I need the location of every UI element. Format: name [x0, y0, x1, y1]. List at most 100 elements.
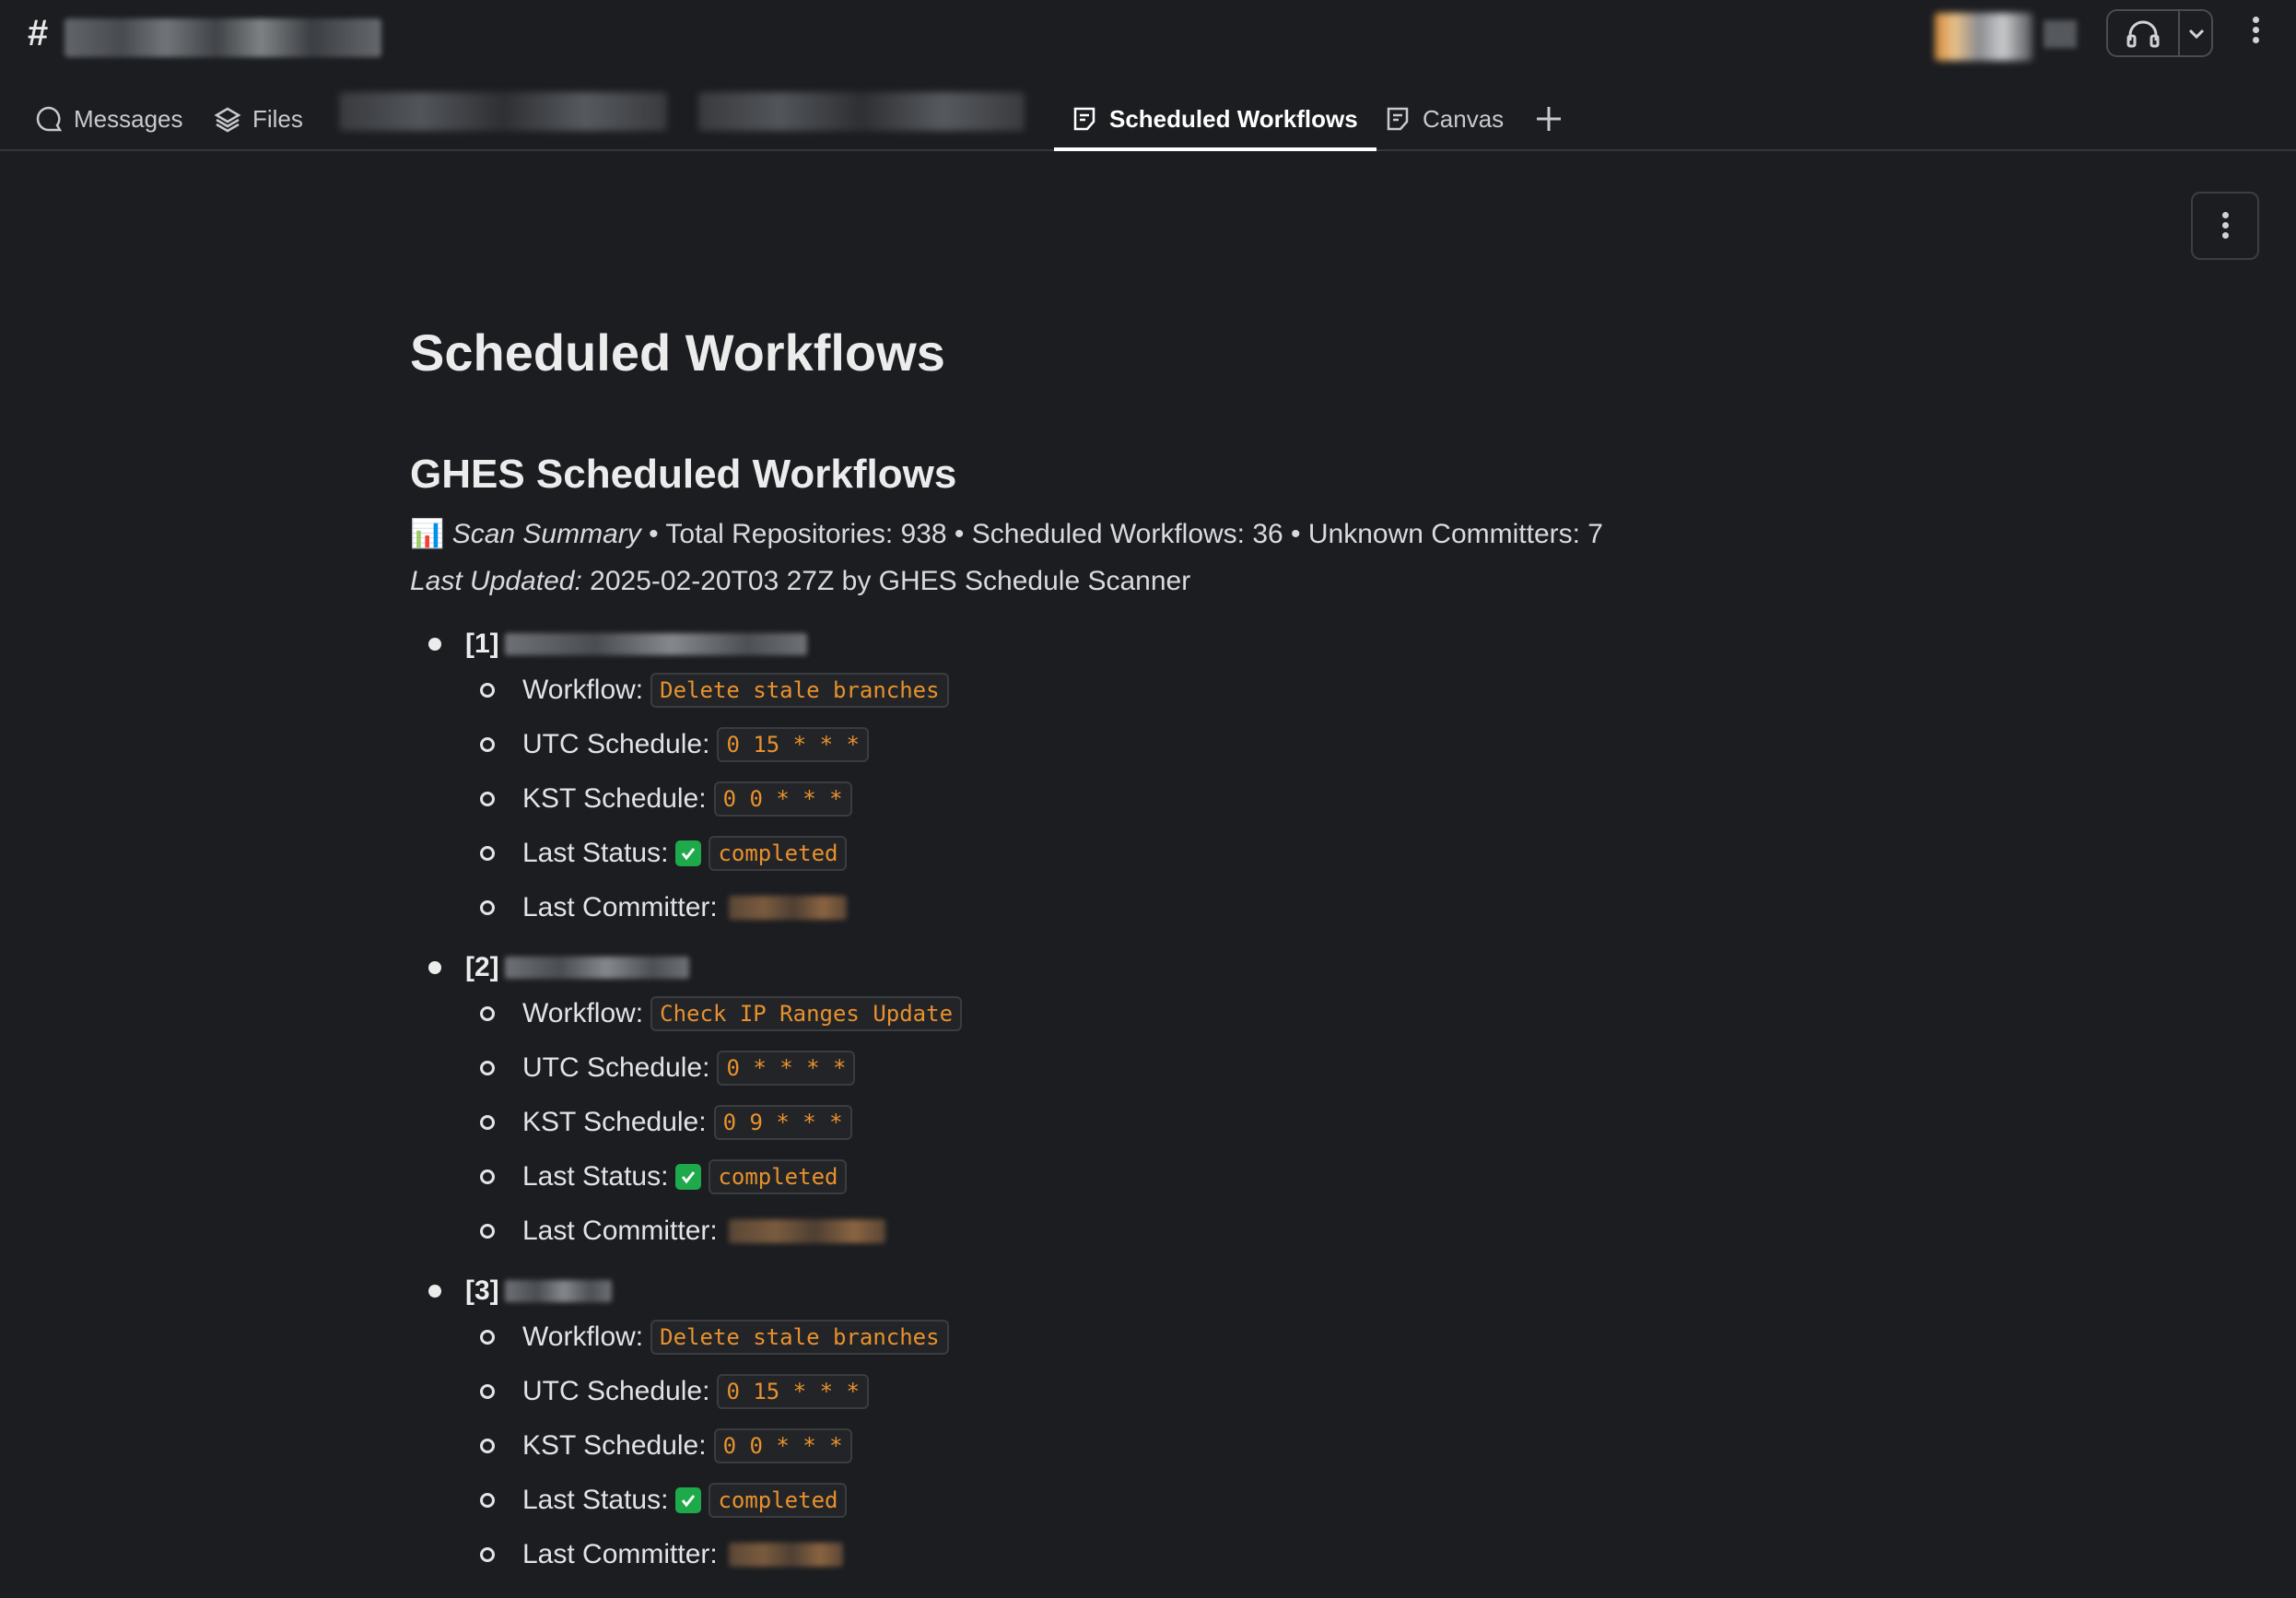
repo-index: [2]: [465, 952, 499, 982]
sub-bullet-icon: [480, 1384, 495, 1399]
last-updated-label: Last Updated:: [410, 566, 582, 596]
field-label: Last Status:: [522, 838, 669, 868]
sub-bullet-icon: [480, 900, 495, 915]
canvas-doc-icon: [1073, 107, 1095, 131]
section-title: GHES Scheduled Workflows: [410, 452, 957, 497]
canvas-more-options-icon[interactable]: [2191, 192, 2259, 260]
field-label: Workflow:: [522, 1322, 644, 1352]
layers-icon: [214, 107, 241, 133]
chevron-down-icon[interactable]: [2185, 24, 2208, 42]
workflow-name: Delete stale branches: [650, 1320, 949, 1355]
field-label: KST Schedule:: [522, 1107, 707, 1137]
channel-header: #: [0, 0, 2296, 70]
more-options-icon[interactable]: [2244, 13, 2267, 57]
sub-bullet-icon: [480, 683, 495, 698]
sub-bullet-icon: [480, 1547, 495, 1562]
tab-label: Canvas: [1423, 104, 1505, 133]
tab-label: Files: [252, 104, 303, 133]
tab-label: Messages: [74, 104, 183, 133]
status-row: Last Status: completed: [480, 1154, 848, 1200]
repo-name-redacted[interactable]: [504, 633, 807, 655]
summary-stats: • Total Repositories: 938 • Scheduled Wo…: [649, 519, 1603, 549]
tab-canvas[interactable]: Canvas: [1384, 88, 1504, 149]
field-label: Last Committer:: [522, 1216, 718, 1246]
check-mark-icon: [675, 1164, 702, 1190]
sub-bullet-icon: [480, 1493, 495, 1508]
bullet-icon: [428, 1285, 441, 1298]
sub-bullet-icon: [480, 1061, 495, 1075]
repo-title: [3]: [428, 1268, 612, 1314]
sub-bullet-icon: [480, 1006, 495, 1021]
kst-cron: 0 0 * * *: [713, 1428, 852, 1463]
status-value: completed: [709, 836, 848, 871]
tab-redacted-2[interactable]: [698, 92, 1025, 131]
huddle-divider: [2178, 11, 2180, 55]
last-updated-value: 2025-02-20T03 27Z by GHES Schedule Scann…: [590, 566, 1191, 596]
utc-cron: 0 15 * * *: [717, 727, 869, 762]
field-label: UTC Schedule:: [522, 1376, 710, 1406]
channel-name-redacted[interactable]: [64, 18, 381, 57]
kst-cron: 0 0 * * *: [713, 781, 852, 817]
kst-cron: 0 9 * * *: [713, 1105, 852, 1140]
kst-schedule-row: KST Schedule: 0 9 * * *: [480, 1099, 852, 1146]
repo-index: [3]: [465, 1275, 499, 1306]
tab-files[interactable]: Files: [214, 88, 303, 149]
utc-cron: 0 * * * *: [717, 1051, 856, 1086]
status-value: completed: [709, 1483, 848, 1518]
committer-redacted[interactable]: [728, 1543, 843, 1567]
tab-redacted-1[interactable]: [339, 92, 667, 131]
repo-name-redacted[interactable]: [504, 1280, 612, 1302]
tab-scheduled-workflows[interactable]: Scheduled Workflows: [1054, 88, 1376, 151]
field-label: Last Status:: [522, 1485, 669, 1515]
repo-title: [2]: [428, 945, 689, 991]
tab-label: Scheduled Workflows: [1109, 104, 1358, 133]
committer-redacted[interactable]: [728, 1219, 885, 1243]
status-row: Last Status: completed: [480, 1477, 848, 1523]
field-label: Workflow:: [522, 675, 644, 705]
sub-bullet-icon: [480, 1439, 495, 1453]
bullet-icon: [428, 961, 441, 974]
status-value: completed: [709, 1159, 848, 1194]
field-label: Last Status:: [522, 1161, 669, 1192]
member-avatars[interactable]: [1935, 13, 2032, 61]
kst-schedule-row: KST Schedule: 0 0 * * *: [480, 1423, 852, 1469]
sub-bullet-icon: [480, 1169, 495, 1184]
sub-bullet-icon: [480, 1115, 495, 1130]
workflow-row: Workflow: Check IP Ranges Update: [480, 991, 963, 1037]
repo-title: [1]: [428, 621, 807, 667]
field-label: Last Committer:: [522, 892, 718, 922]
workflow-name: Check IP Ranges Update: [650, 996, 963, 1031]
summary-label: Scan Summary: [451, 519, 641, 549]
member-count-redacted[interactable]: [2044, 20, 2077, 48]
committer-row: Last Committer:: [480, 1532, 843, 1578]
committer-row: Last Committer:: [480, 1208, 885, 1254]
check-mark-icon: [675, 840, 702, 866]
field-label: Workflow:: [522, 998, 644, 1028]
workflow-row: Workflow: Delete stale branches: [480, 1314, 949, 1360]
sub-bullet-icon: [480, 1330, 495, 1345]
field-label: Last Committer:: [522, 1539, 718, 1569]
tab-messages[interactable]: Messages: [35, 88, 183, 149]
field-label: KST Schedule:: [522, 783, 707, 814]
sub-bullet-icon: [480, 792, 495, 806]
utc-schedule-row: UTC Schedule: 0 15 * * *: [480, 722, 869, 768]
repo-name-redacted[interactable]: [504, 957, 689, 979]
committer-redacted[interactable]: [728, 896, 847, 920]
utc-cron: 0 15 * * *: [717, 1374, 869, 1409]
channel-hash-icon: #: [28, 13, 49, 53]
add-tab-icon[interactable]: [1533, 103, 1564, 135]
workflow-row: Workflow: Delete stale branches: [480, 667, 949, 713]
sub-bullet-icon: [480, 1224, 495, 1239]
check-mark-icon: [675, 1487, 702, 1513]
repo-index: [1]: [465, 629, 499, 659]
field-label: UTC Schedule:: [522, 729, 710, 759]
utc-schedule-row: UTC Schedule: 0 * * * *: [480, 1045, 856, 1091]
sub-bullet-icon: [480, 737, 495, 752]
last-updated: Last Updated: 2025-02-20T03 27Z by GHES …: [410, 566, 1190, 597]
bullet-icon: [428, 638, 441, 651]
sub-bullet-icon: [480, 846, 495, 861]
kst-schedule-row: KST Schedule: 0 0 * * *: [480, 776, 852, 822]
field-label: UTC Schedule:: [522, 1052, 710, 1083]
scan-summary: 📊 Scan Summary • Total Repositories: 938…: [410, 518, 1603, 550]
huddle-button[interactable]: [2106, 9, 2213, 57]
